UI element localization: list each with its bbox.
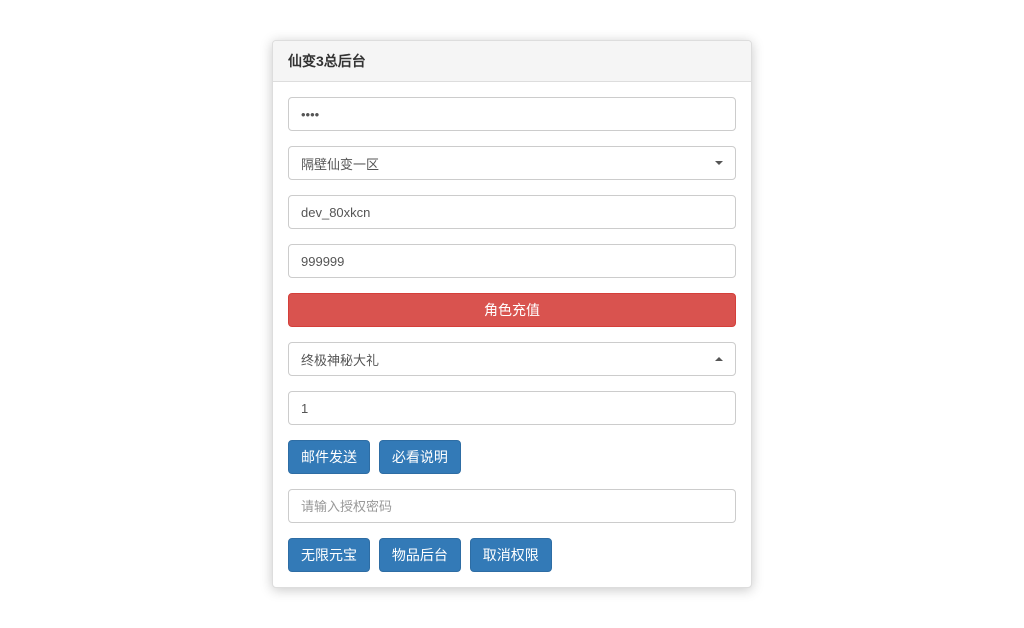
auth-password-input[interactable] bbox=[288, 489, 736, 523]
admin-panel: 仙变3总后台 隔壁仙变一区 角色充值 终极神秘大礼 bbox=[272, 40, 752, 588]
gift-select[interactable]: 终极神秘大礼 bbox=[288, 342, 736, 376]
panel-body: 隔壁仙变一区 角色充值 终极神秘大礼 邮件发送 必看说明 bbox=[273, 82, 751, 587]
unlimited-yuanbao-button[interactable]: 无限元宝 bbox=[288, 538, 370, 572]
caret-down-icon bbox=[715, 161, 723, 165]
password-input[interactable] bbox=[288, 97, 736, 131]
must-read-button[interactable]: 必看说明 bbox=[379, 440, 461, 474]
account-input[interactable] bbox=[288, 195, 736, 229]
server-select-value: 隔壁仙变一区 bbox=[301, 154, 379, 173]
gift-select-value: 终极神秘大礼 bbox=[301, 350, 379, 369]
panel-heading: 仙变3总后台 bbox=[273, 41, 751, 82]
item-backend-button[interactable]: 物品后台 bbox=[379, 538, 461, 572]
quantity-input[interactable] bbox=[288, 391, 736, 425]
server-select[interactable]: 隔壁仙变一区 bbox=[288, 146, 736, 180]
amount-input[interactable] bbox=[288, 244, 736, 278]
cancel-auth-button[interactable]: 取消权限 bbox=[470, 538, 552, 572]
mail-send-button[interactable]: 邮件发送 bbox=[288, 440, 370, 474]
recharge-button[interactable]: 角色充值 bbox=[288, 293, 736, 327]
panel-title: 仙变3总后台 bbox=[288, 51, 736, 71]
caret-up-icon bbox=[715, 357, 723, 361]
